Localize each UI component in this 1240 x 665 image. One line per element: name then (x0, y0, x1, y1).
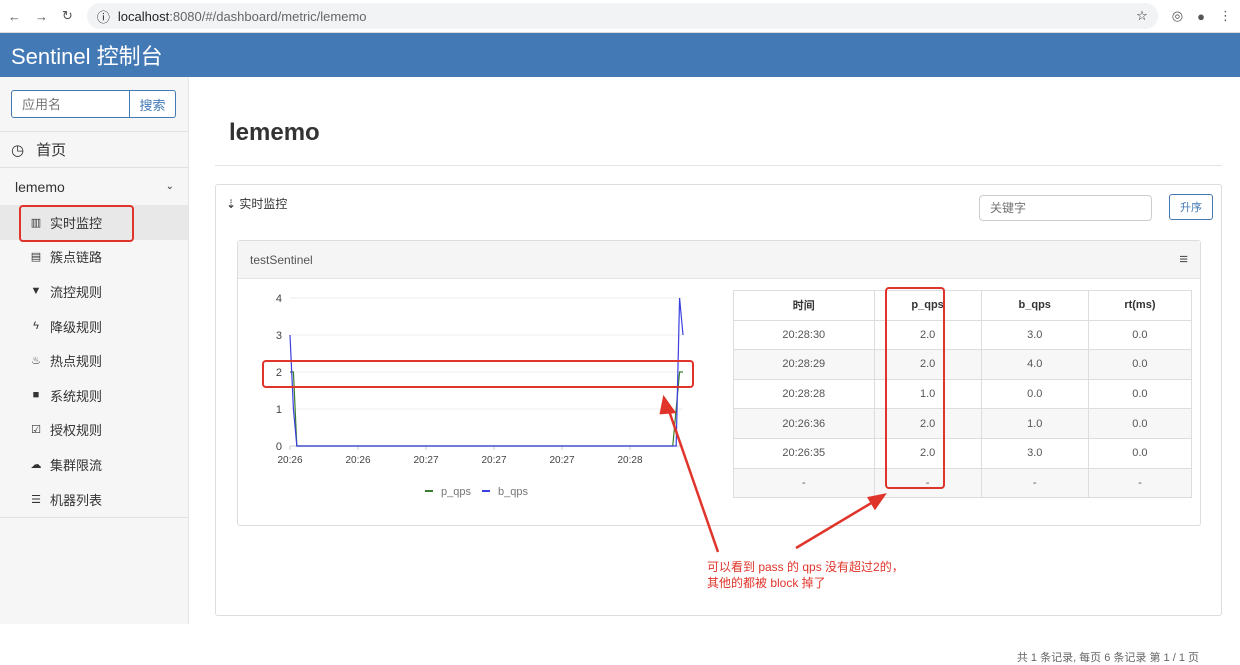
annotation-line1: 可以看到 pass 的 qps 没有超过2的， (707, 560, 904, 574)
annotation-line2: 其他的都被 block 掉了 (707, 576, 826, 590)
annotation-note: 可以看到 pass 的 qps 没有超过2的， 其他的都被 block 掉了 (707, 559, 904, 591)
annotation-arrows (659, 394, 887, 553)
pagination-info: 共 1 条记录, 每页 6 条记录 第 1 / 1 页 (1016, 652, 1199, 664)
